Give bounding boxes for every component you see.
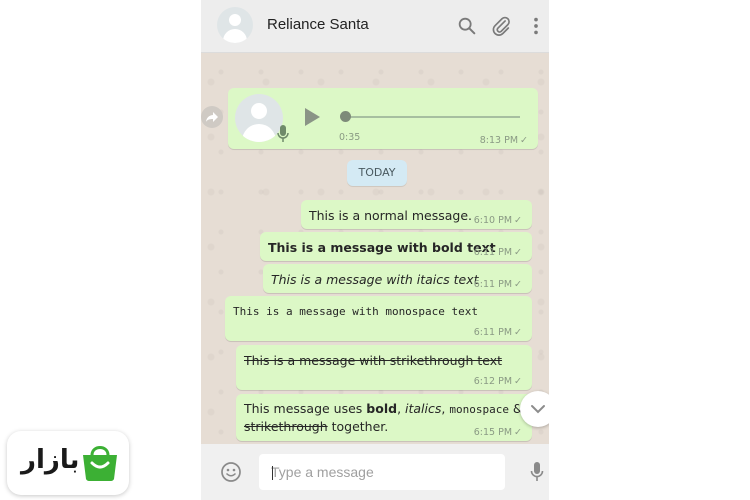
message-time: 6:12 PM ✓ (473, 376, 522, 387)
message-bubble[interactable]: This is a normal message. 6:10 PM ✓ (301, 200, 532, 229)
mic-icon[interactable] (530, 461, 544, 483)
contact-avatar[interactable] (217, 7, 253, 43)
message-text: This is a message with itaics text (271, 272, 479, 287)
voice-message-bubble[interactable]: 0:35 8:13 PM ✓ (228, 88, 538, 149)
message-text: This is a message with monospace text (233, 305, 479, 318)
play-icon[interactable] (302, 106, 322, 128)
voice-progress-knob[interactable] (340, 111, 351, 122)
sent-check-icon: ✓ (520, 135, 528, 146)
contact-name[interactable]: Reliance Santa (267, 16, 369, 33)
message-time: 8:13 PM ✓ (479, 135, 528, 146)
chat-window: Reliance Santa 0:35 8:13 PM ✓ TODAY This… (201, 0, 549, 500)
message-bubble[interactable]: This is a message with strikethrough tex… (236, 345, 532, 390)
message-text: This is a message with bold text (268, 240, 496, 255)
attach-icon[interactable] (490, 15, 512, 37)
chat-header: Reliance Santa (201, 0, 549, 53)
sent-check-icon: ✓ (514, 327, 522, 338)
search-icon[interactable] (456, 15, 478, 37)
shopping-bag-icon (83, 446, 117, 481)
composer-bar (201, 444, 549, 500)
voice-progress-track[interactable] (344, 116, 520, 118)
message-text: This message uses bold, italics, monospa… (244, 401, 523, 416)
message-bubble[interactable]: This is a message with monospace text 6:… (225, 296, 532, 341)
mic-icon (277, 125, 289, 142)
sent-check-icon: ✓ (514, 427, 522, 438)
logo-text: بازار (21, 445, 80, 475)
message-input[interactable] (259, 454, 505, 490)
menu-icon[interactable] (525, 15, 547, 37)
scroll-down-button[interactable] (520, 391, 549, 427)
sent-check-icon: ✓ (514, 247, 522, 258)
text-cursor (272, 466, 273, 480)
bazaar-logo: بازار (7, 431, 129, 495)
message-time: 6:10 PM ✓ (473, 215, 522, 226)
message-text: This is a normal message. (309, 208, 473, 223)
message-text-line-2: strikethrough together. (244, 419, 389, 434)
message-bubble[interactable]: This message uses bold, italics, monospa… (236, 394, 532, 441)
date-divider: TODAY (347, 160, 407, 186)
message-bubble[interactable]: This is a message with itaics text 6:11 … (263, 264, 532, 293)
sent-check-icon: ✓ (514, 215, 522, 226)
message-time: 6:11 PM ✓ (473, 279, 522, 290)
sent-check-icon: ✓ (514, 376, 522, 387)
emoji-icon[interactable] (220, 461, 242, 483)
message-time: 6:11 PM ✓ (473, 327, 522, 338)
voice-duration: 0:35 (339, 132, 361, 143)
forward-icon (206, 112, 218, 122)
forward-button[interactable] (201, 106, 223, 128)
sent-check-icon: ✓ (514, 279, 522, 290)
message-time: 6:11 PM ✓ (473, 247, 522, 258)
chevron-down-icon (531, 405, 545, 414)
message-text: This is a message with strikethrough tex… (244, 353, 503, 368)
message-bubble[interactable]: This is a message with bold text 6:11 PM… (260, 232, 532, 261)
message-time: 6:15 PM ✓ (473, 427, 522, 438)
